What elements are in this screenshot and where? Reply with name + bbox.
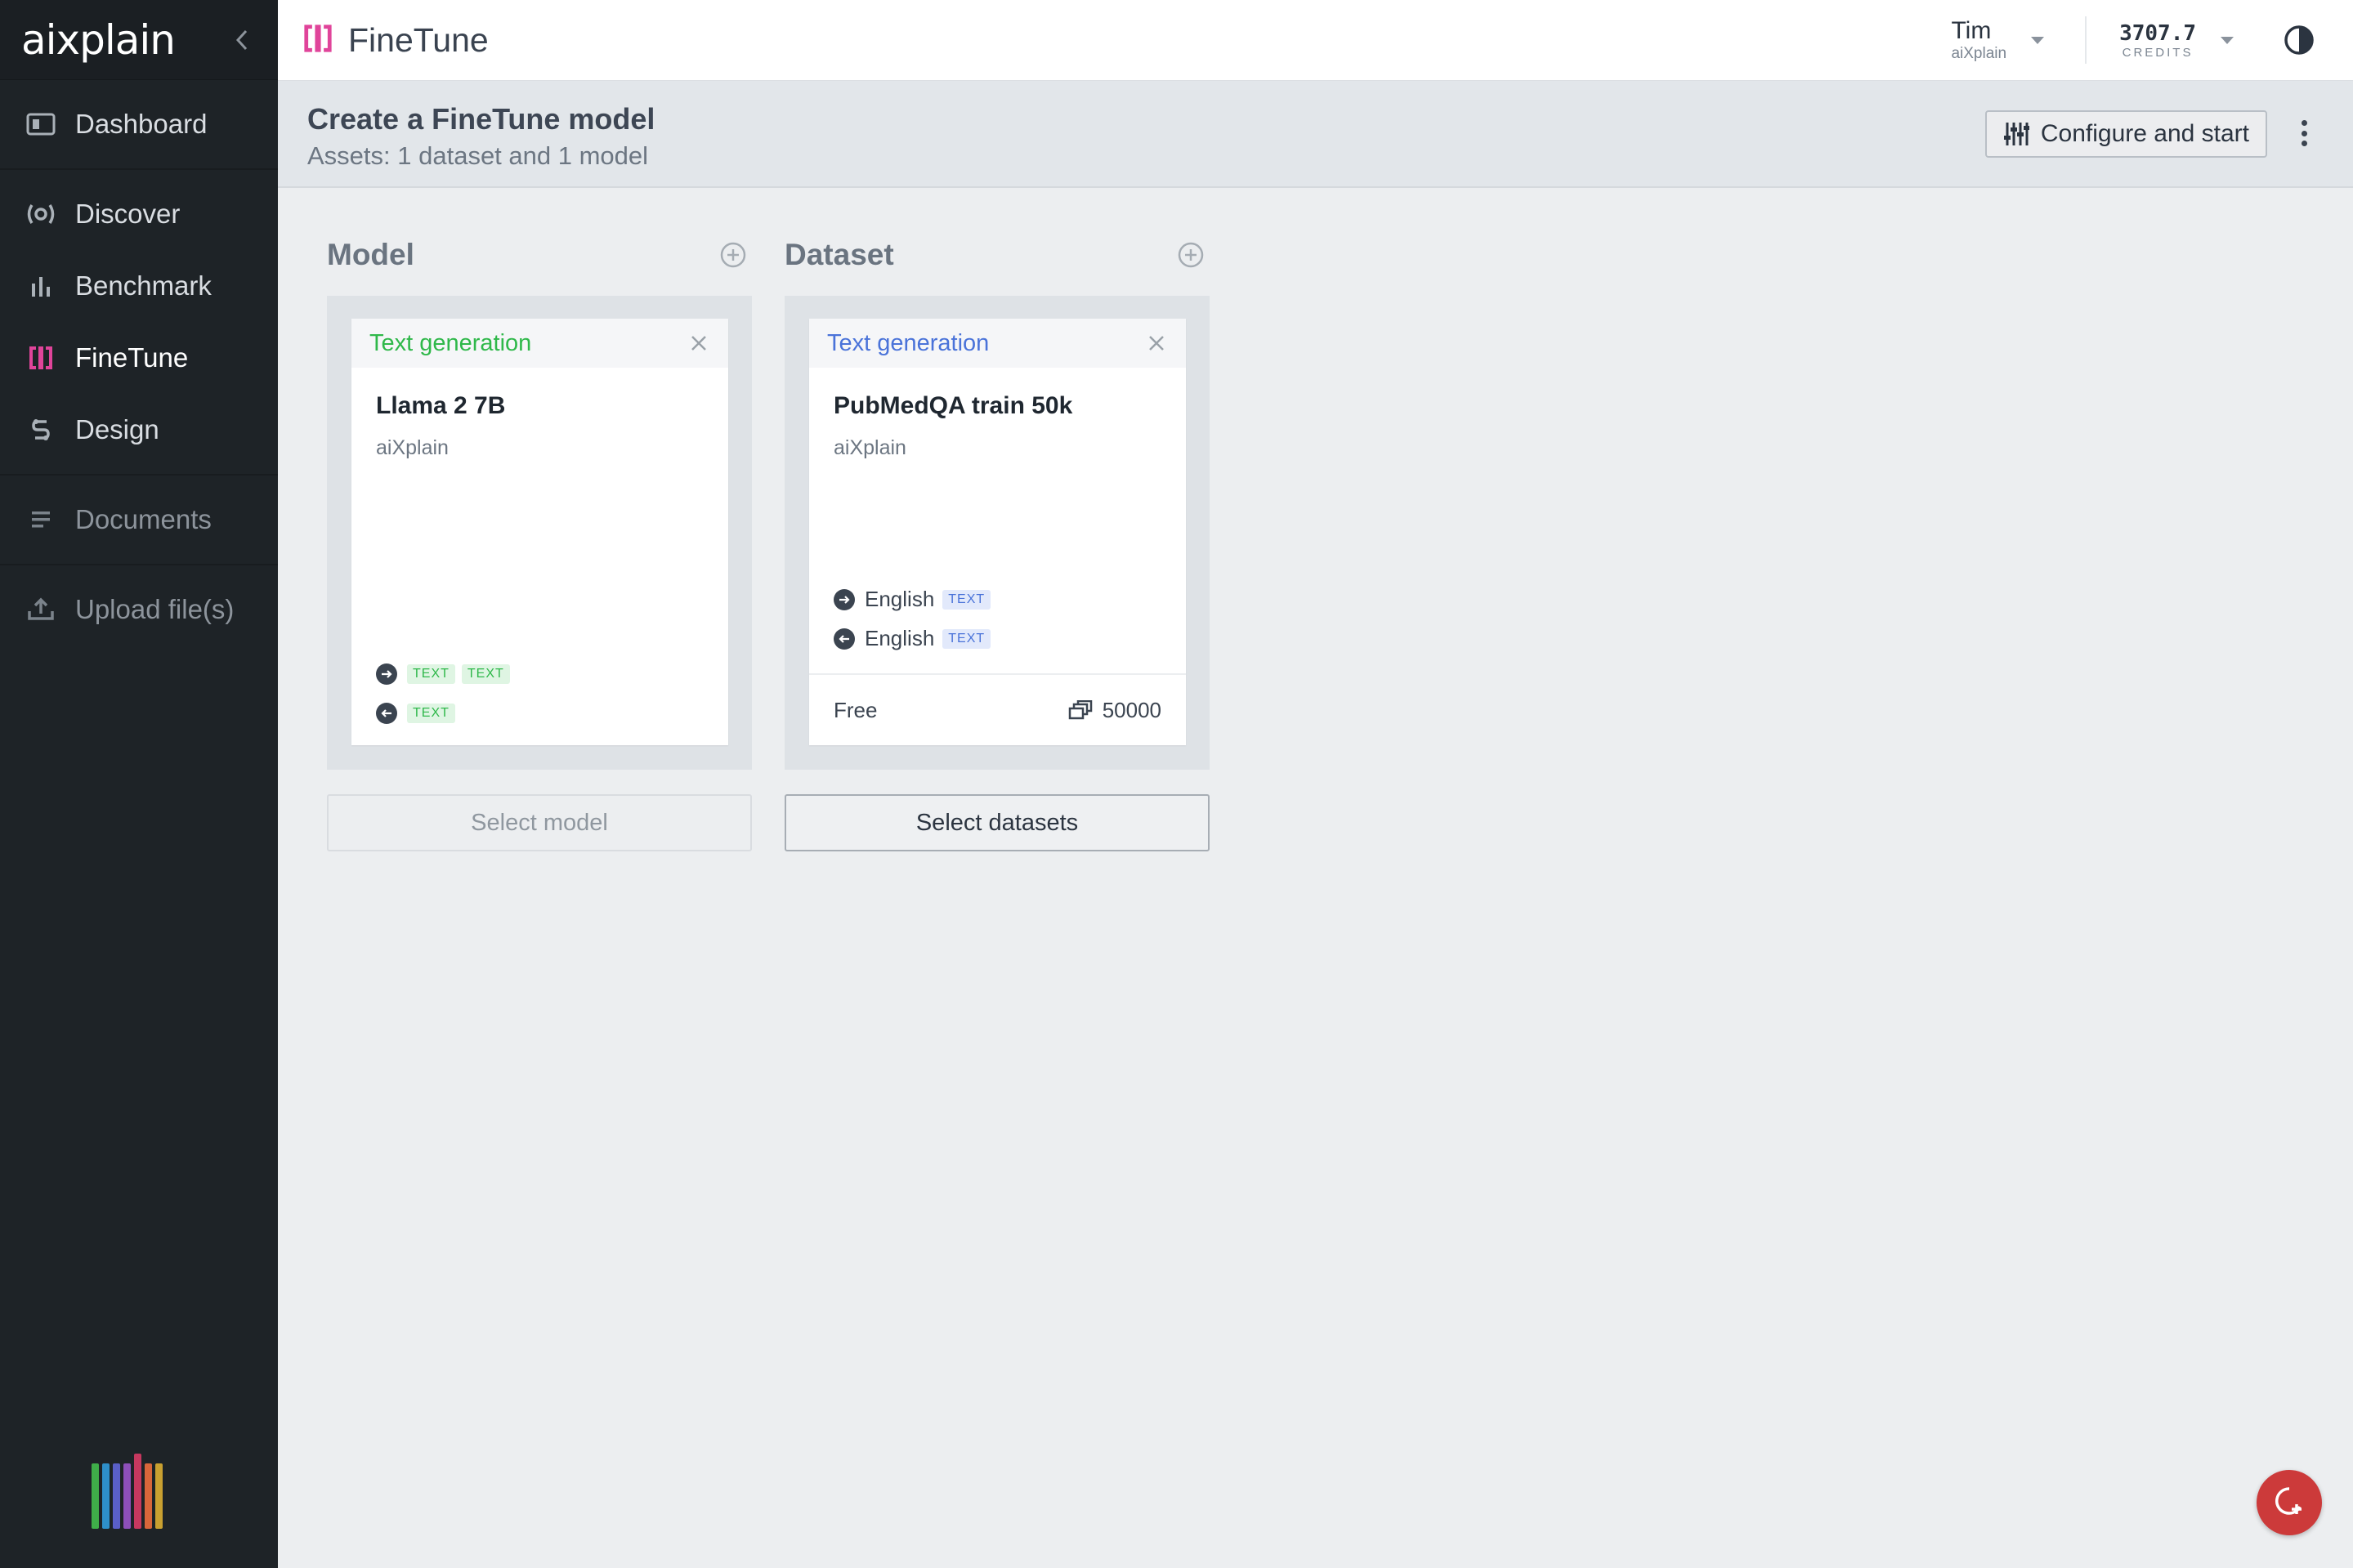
- aixplain-logo[interactable]: aixplain: [21, 16, 176, 64]
- chevron-down-icon: [2221, 36, 2234, 44]
- sidebar-item-documents[interactable]: Documents: [0, 484, 278, 556]
- arrow-right-icon: [376, 663, 397, 685]
- model-function: Text generation: [369, 329, 532, 356]
- sliders-icon: [2003, 121, 2029, 147]
- model-card[interactable]: Text generation Llama 2 7B aiXplain TEXT…: [351, 319, 728, 745]
- samples-icon: [1068, 700, 1093, 720]
- sidebar-item-label: Upload file(s): [75, 594, 235, 624]
- input-tag: TEXT: [407, 664, 455, 684]
- feedback-fab-button[interactable]: [2257, 1470, 2322, 1535]
- configure-label: Configure and start: [2040, 120, 2249, 147]
- input-language: English: [865, 587, 935, 611]
- user-menu[interactable]: Tim aiXplain: [1951, 17, 2069, 63]
- add-model-icon[interactable]: [719, 241, 747, 269]
- sidebar-item-design[interactable]: Design: [0, 394, 278, 466]
- output-language: English: [865, 626, 935, 650]
- upload-icon: [25, 593, 57, 626]
- dataset-count: 50000: [1102, 697, 1161, 722]
- dataset-column-title: Dataset: [785, 238, 894, 271]
- page-header: Create a FineTune model Assets: 1 datase…: [278, 81, 2353, 188]
- sidebar-item-label: Design: [75, 414, 159, 444]
- model-panel: Text generation Llama 2 7B aiXplain TEXT…: [327, 296, 752, 770]
- dataset-org: aiXplain: [834, 436, 906, 459]
- nav-group-docs: Documents: [0, 476, 278, 565]
- configure-and-start-button[interactable]: Configure and start: [1984, 110, 2267, 158]
- documents-icon: [25, 503, 57, 536]
- collapse-sidebar-icon[interactable]: [227, 25, 257, 55]
- model-output-row: TEXT: [376, 703, 462, 724]
- chevron-down-icon: [2031, 36, 2045, 44]
- output-tag: TEXT: [942, 628, 991, 649]
- dataset-price: Free: [834, 697, 878, 722]
- sidebar-item-finetune[interactable]: FineTune: [0, 322, 278, 394]
- top-bar: FineTune Tim aiXplain 3707.7 CREDITS: [278, 0, 2353, 81]
- chat-plus-icon: [2273, 1485, 2306, 1521]
- credits-label: CREDITS: [2122, 45, 2194, 60]
- dataset-panel: Text generation PubMedQA train 50k aiXpl…: [785, 296, 1210, 770]
- top-right-controls: Tim aiXplain 3707.7 CREDITS: [1951, 0, 2353, 80]
- input-tag: TEXT: [461, 664, 510, 684]
- dataset-name: PubMedQA train 50k: [834, 392, 1073, 419]
- sidebar-item-label: Discover: [75, 199, 181, 229]
- sidebar-item-label: Benchmark: [75, 270, 212, 301]
- sidebar: aixplain Dashboard Discover Benchmark Fi…: [0, 0, 278, 1568]
- model-input-row: TEXT TEXT: [376, 663, 517, 685]
- design-icon: [25, 413, 57, 446]
- finetune-icon: [25, 342, 57, 374]
- dataset-output-row: English TEXT: [834, 626, 997, 651]
- sidebar-item-dashboard[interactable]: Dashboard: [0, 88, 278, 160]
- benchmark-icon: [25, 270, 57, 302]
- divider: [2085, 16, 2087, 64]
- user-org: aiXplain: [1951, 45, 2007, 62]
- app-title: FineTune: [348, 20, 489, 59]
- model-name: Llama 2 7B: [376, 392, 506, 419]
- nav-group-main: Dashboard: [0, 80, 278, 170]
- close-icon[interactable]: [1145, 332, 1168, 355]
- select-datasets-button[interactable]: Select datasets: [785, 794, 1210, 851]
- arrow-left-icon: [834, 628, 855, 650]
- dataset-input-row: English TEXT: [834, 587, 997, 612]
- sidebar-item-discover[interactable]: Discover: [0, 178, 278, 250]
- theme-toggle-icon[interactable]: [2275, 16, 2324, 65]
- dataset-column: Dataset Text generation PubMedQA train 5…: [785, 234, 1210, 851]
- credits-menu[interactable]: 3707.7 CREDITS: [2119, 21, 2234, 60]
- sidebar-item-upload[interactable]: Upload file(s): [0, 574, 278, 646]
- nav-group-upload: Upload file(s): [0, 565, 278, 654]
- dashboard-icon: [25, 108, 57, 141]
- dataset-card-footer: Free 50000: [809, 673, 1186, 745]
- sidebar-header: aixplain: [0, 0, 278, 80]
- brand-bars-logo: [92, 1454, 163, 1529]
- add-dataset-icon[interactable]: [1177, 241, 1205, 269]
- sidebar-item-label: Dashboard: [75, 109, 208, 139]
- close-icon[interactable]: [687, 332, 710, 355]
- model-org: aiXplain: [376, 436, 449, 459]
- discover-icon: [25, 198, 57, 230]
- dataset-card[interactable]: Text generation PubMedQA train 50k aiXpl…: [809, 319, 1186, 745]
- sidebar-item-label: Documents: [75, 504, 212, 534]
- credits-value: 3707.7: [2119, 20, 2196, 46]
- model-column-title: Model: [327, 238, 414, 271]
- output-tag: TEXT: [407, 704, 455, 723]
- dataset-function: Text generation: [827, 329, 990, 356]
- input-tag: TEXT: [942, 589, 991, 610]
- user-name: Tim: [1951, 17, 1992, 44]
- model-column: Model Text generation Llama 2 7B aiXplai…: [327, 234, 752, 851]
- sidebar-item-benchmark[interactable]: Benchmark: [0, 250, 278, 322]
- more-options-icon[interactable]: [2296, 117, 2312, 150]
- arrow-left-icon: [376, 703, 397, 724]
- finetune-app-icon: [302, 23, 333, 58]
- select-model-button[interactable]: Select model: [327, 794, 752, 851]
- arrow-right-icon: [834, 588, 855, 610]
- sidebar-item-label: FineTune: [75, 342, 189, 373]
- nav-group-tools: Discover Benchmark FineTune Design: [0, 170, 278, 476]
